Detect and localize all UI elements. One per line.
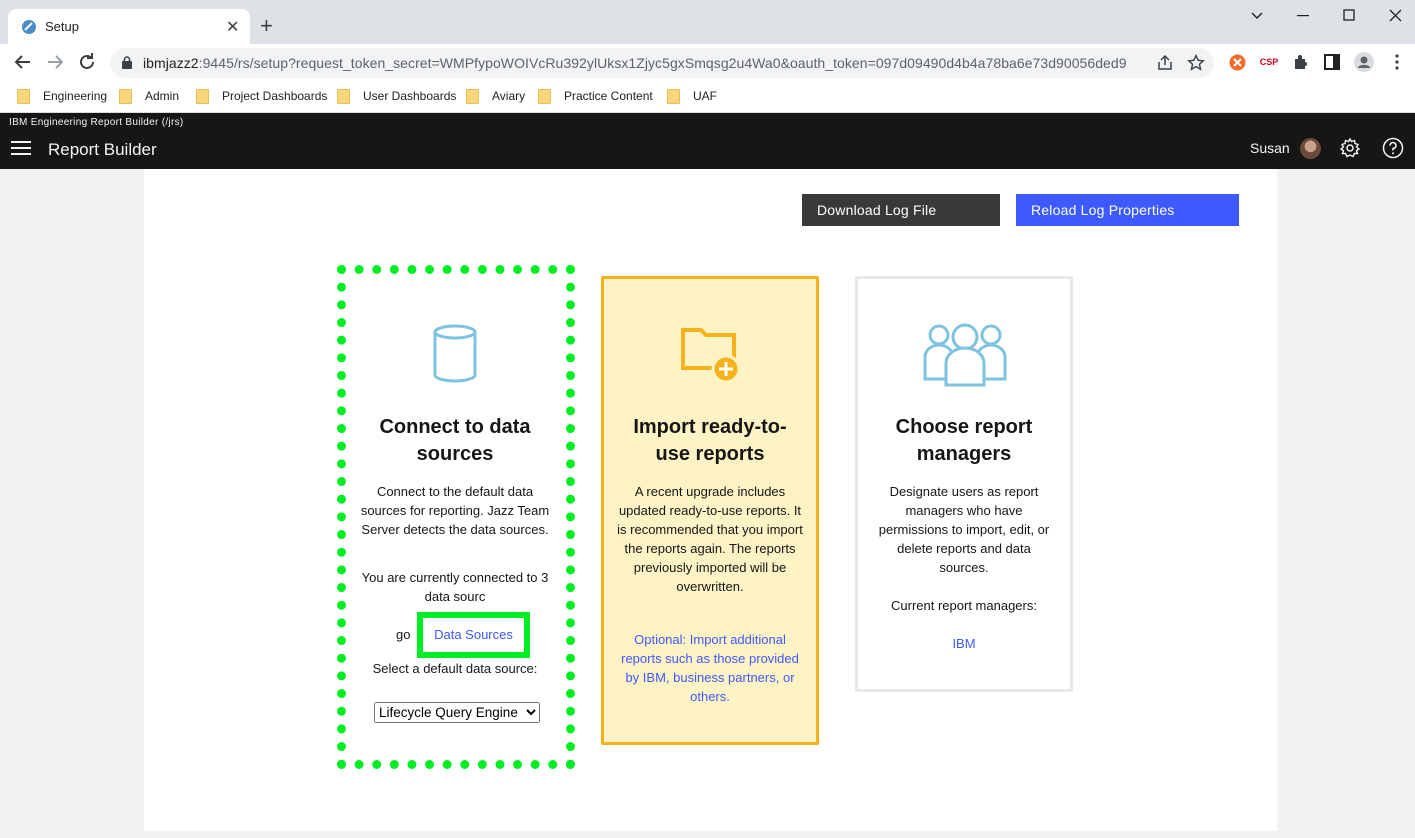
menu-kebab-icon[interactable] — [1387, 52, 1407, 72]
back-arrow-icon[interactable] — [11, 50, 35, 74]
forward-arrow-icon[interactable] — [43, 50, 67, 74]
bookmark-project-dashboards[interactable]: Project Dashboards — [196, 87, 327, 105]
maximize-icon[interactable] — [1343, 9, 1357, 23]
data-sources-link[interactable]: Data Sources — [423, 618, 524, 652]
minimize-icon[interactable] — [1297, 15, 1311, 17]
current-managers-label: Current report managers: — [891, 598, 1037, 613]
managers-card-description: Designate users as report managers who h… — [878, 484, 1050, 575]
bookmark-engineering[interactable]: Engineering — [17, 87, 107, 105]
url-text: ibmjazz2:9445/rs/setup?request_token_sec… — [143, 55, 1127, 71]
bookmark-practice-content[interactable]: Practice Content — [538, 87, 653, 105]
bookmark-admin[interactable]: Admin — [119, 87, 179, 105]
folder-icon — [466, 88, 479, 104]
new-tab-icon[interactable]: + — [260, 14, 273, 38]
highlight-box: Data Sources — [417, 612, 530, 658]
lock-icon — [122, 56, 132, 69]
import-optional-link[interactable]: Optional: Import additional reports such… — [617, 630, 803, 706]
folder-icon — [667, 88, 680, 104]
folder-icon — [538, 88, 551, 104]
bookmark-uaf[interactable]: UAF — [667, 87, 717, 105]
download-log-button[interactable]: Download Log File — [802, 194, 1000, 226]
tab-title: Setup — [45, 19, 79, 34]
reload-log-button[interactable]: Reload Log Properties — [1016, 194, 1239, 226]
bookmark-star-icon[interactable] — [1187, 54, 1205, 72]
app-subtitle: IBM Engineering Report Builder (/jrs) — [9, 117, 184, 128]
gear-icon[interactable] — [1339, 137, 1361, 159]
folder-icon — [119, 88, 132, 104]
browser-toolbar: ibmjazz2:9445/rs/setup?request_token_sec… — [0, 44, 1415, 80]
import-card-description: A recent upgrade includes updated ready-… — [617, 484, 803, 594]
folder-icon — [337, 88, 350, 104]
chevron-down-icon[interactable] — [1250, 10, 1264, 20]
avatar[interactable] — [1300, 138, 1321, 159]
report-managers-card: Choose report managers Designate users a… — [855, 276, 1073, 692]
bookmark-aviary[interactable]: Aviary — [466, 87, 525, 105]
profile-icon[interactable] — [1354, 52, 1374, 72]
bookmarks-bar: Engineering Admin Project Dashboards Use… — [0, 80, 1415, 113]
close-tab-icon[interactable]: ✕ — [226, 17, 239, 37]
app-title: Report Builder — [48, 140, 157, 159]
current-managers-value[interactable]: IBM — [871, 634, 1057, 653]
hamburger-menu-icon[interactable] — [11, 141, 31, 155]
highlight-dotted-frame — [337, 265, 575, 769]
app-header: IBM Engineering Report Builder (/jrs) Re… — [0, 113, 1415, 169]
bookmark-user-dashboards[interactable]: User Dashboards — [337, 87, 456, 105]
import-card-title: Import ready-to-use reports — [633, 416, 787, 465]
puzzle-icon[interactable] — [1291, 52, 1311, 72]
globe-favicon-icon — [22, 20, 36, 34]
browser-tab[interactable]: Setup ✕ — [8, 9, 250, 44]
share-icon[interactable] — [1156, 54, 1174, 72]
folder-icon — [196, 88, 209, 104]
side-panel-icon[interactable] — [1322, 52, 1342, 72]
folder-add-icon — [681, 328, 741, 384]
close-window-icon[interactable] — [1389, 9, 1403, 23]
help-icon[interactable] — [1382, 137, 1404, 159]
main-panel: Download Log File Reload Log Properties … — [144, 169, 1277, 831]
browser-tabstrip: Setup ✕ + — [0, 0, 1415, 44]
address-bar[interactable]: ibmjazz2:9445/rs/setup?request_token_sec… — [110, 48, 1214, 78]
folder-icon — [17, 88, 30, 104]
import-reports-card: Import ready-to-use reports A recent upg… — [601, 276, 819, 745]
orange-extension-icon[interactable] — [1227, 52, 1247, 72]
users-group-icon — [923, 323, 1007, 387]
managers-card-title: Choose report managers — [895, 416, 1033, 465]
reload-icon[interactable] — [75, 50, 99, 74]
user-name[interactable]: Susan — [1250, 140, 1290, 156]
csp-extension-icon[interactable]: CSP — [1259, 52, 1279, 72]
